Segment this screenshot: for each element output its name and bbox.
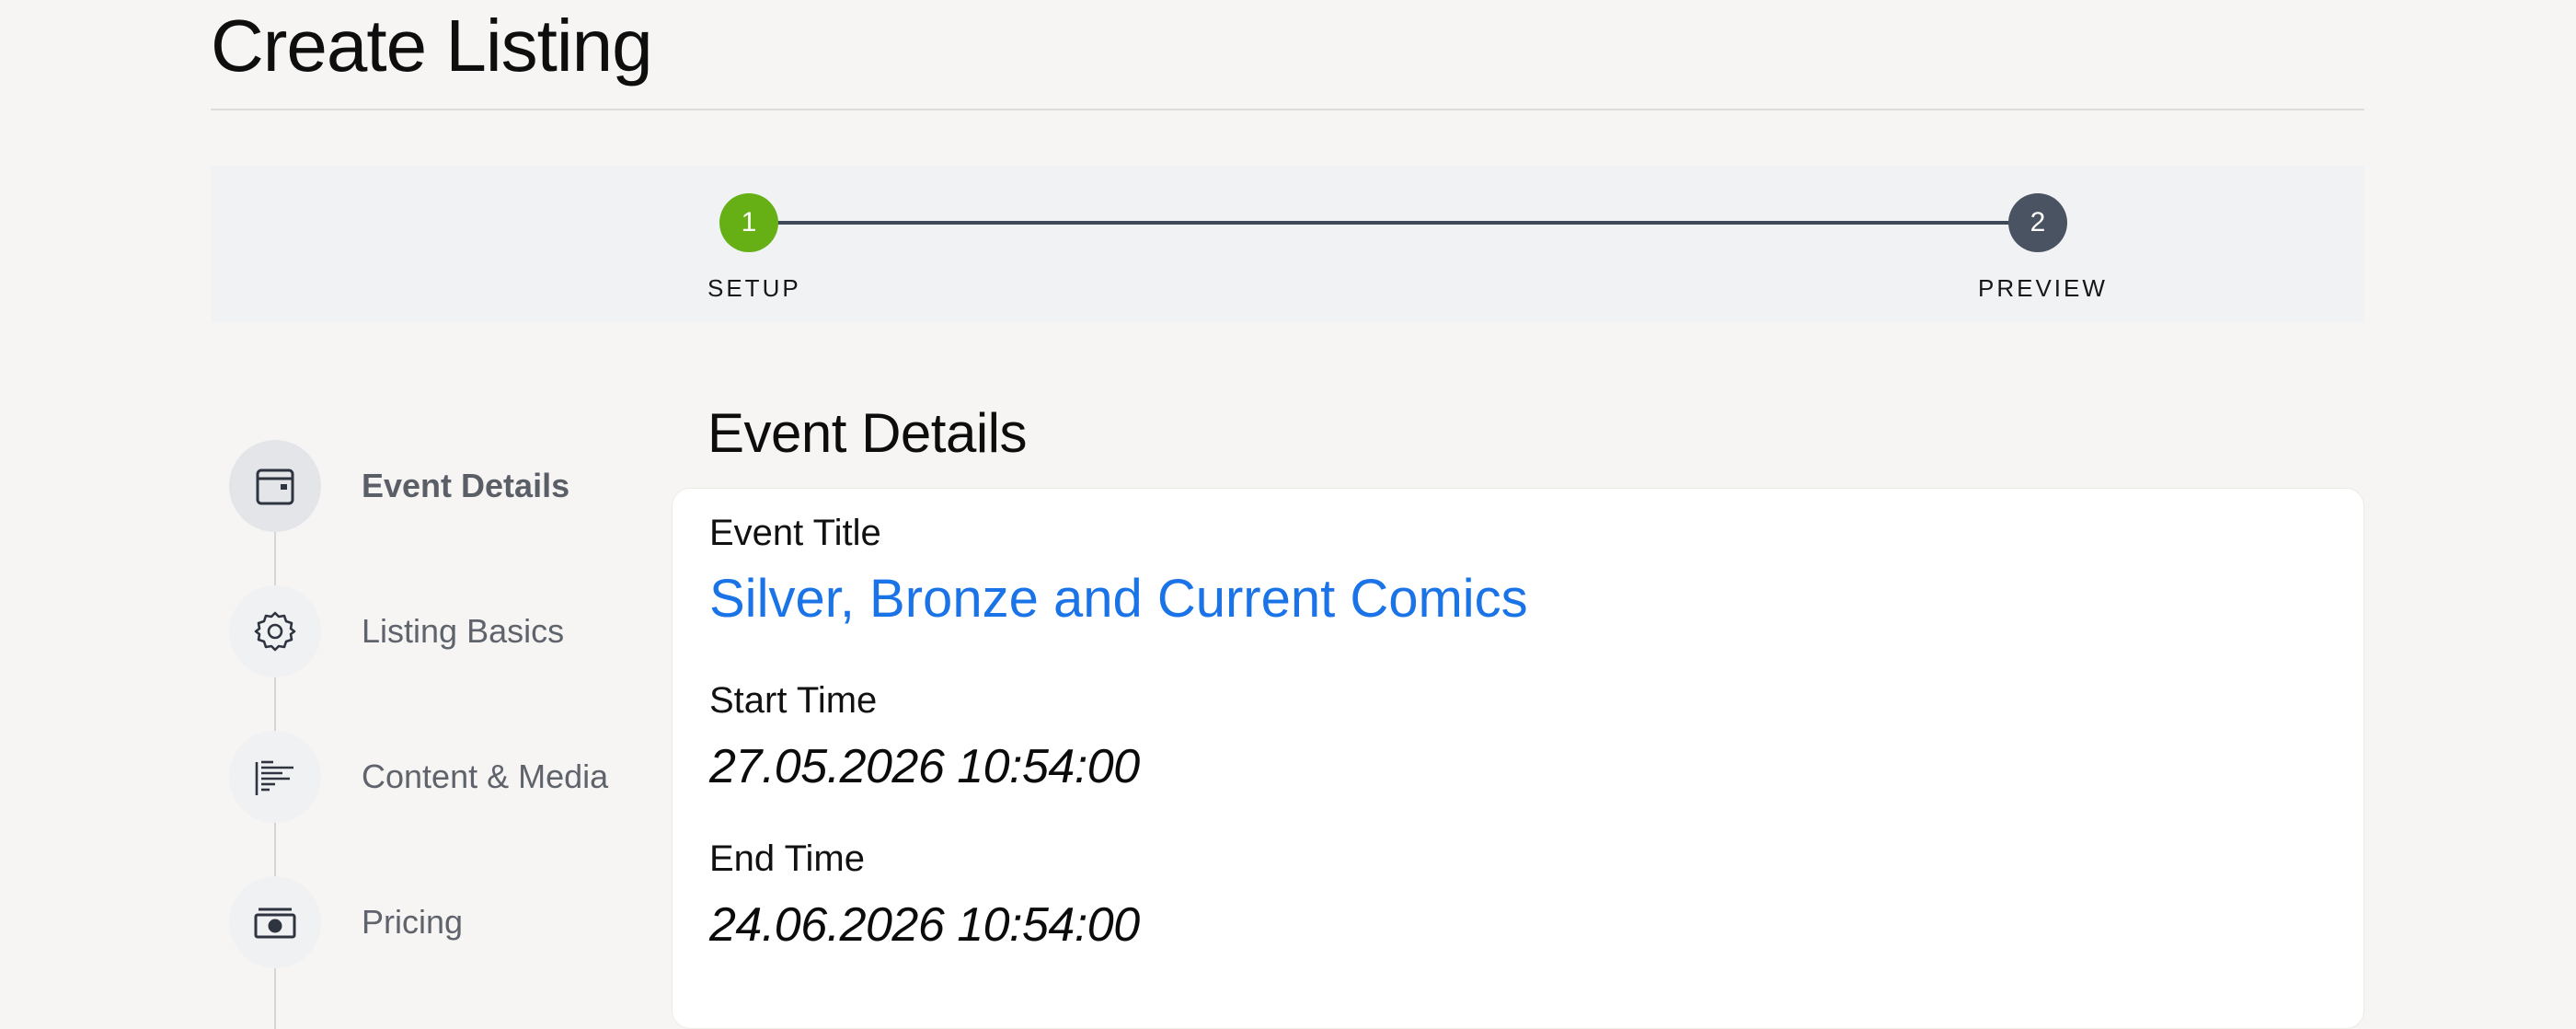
sidebar-item-label: Listing Basics (362, 612, 565, 650)
stepper-connector (749, 221, 2037, 225)
step-setup-number[interactable]: 1 (719, 193, 778, 252)
section-nav: Event Details Listing Basics Content & M… (229, 440, 652, 1029)
step-preview-number[interactable]: 2 (2008, 193, 2067, 252)
nav-connector (274, 677, 276, 731)
banknote-icon (229, 876, 321, 968)
sidebar-item-content-media[interactable]: Content & Media (229, 731, 652, 823)
event-title-link[interactable]: Silver, Bronze and Current Comics (709, 568, 1528, 630)
sidebar-item-event-details[interactable]: Event Details (229, 440, 652, 532)
progress-stepper: 1 SETUP 2 PREVIEW (211, 166, 2364, 322)
page-title: Create Listing (211, 5, 653, 87)
calendar-icon (229, 440, 321, 532)
start-time-value: 27.05.2026 10:54:00 (709, 740, 1140, 793)
create-listing-page: Create Listing 1 SETUP 2 PREVIEW Event D… (0, 0, 2576, 1029)
sidebar-item-pricing[interactable]: Pricing (229, 876, 652, 968)
nav-connector (274, 823, 276, 876)
sidebar-item-label: Content & Media (362, 757, 609, 795)
nav-connector (274, 968, 276, 1029)
sidebar-item-listing-basics[interactable]: Listing Basics (229, 585, 652, 677)
sidebar-item-label: Event Details (362, 467, 570, 504)
nav-connector (274, 532, 276, 585)
end-time-value: 24.06.2026 10:54:00 (709, 898, 1140, 952)
step-preview-label: PREVIEW (1978, 274, 2108, 302)
end-time-label: End Time (709, 838, 865, 879)
step-setup-label: SETUP (707, 274, 801, 302)
gear-icon (229, 585, 321, 677)
text-lines-icon (229, 731, 321, 823)
title-divider (211, 109, 2364, 110)
event-title-label: Event Title (709, 513, 881, 553)
start-time-label: Start Time (709, 680, 878, 721)
event-details-card: Event Title Silver, Bronze and Current C… (672, 488, 2364, 1029)
sidebar-item-label: Pricing (362, 903, 464, 941)
section-title: Event Details (707, 402, 1028, 464)
